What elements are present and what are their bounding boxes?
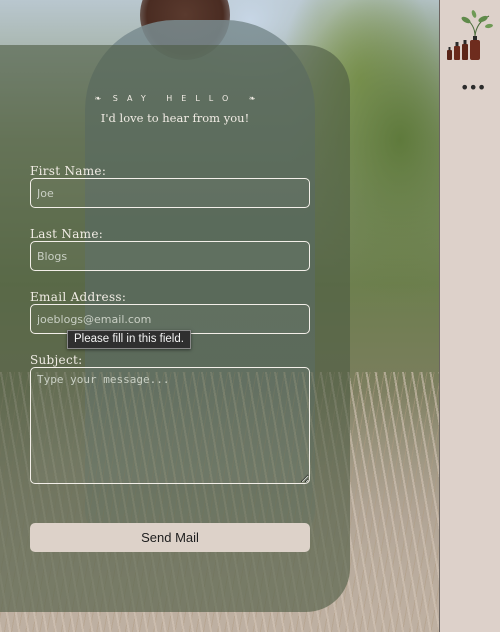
more-dots-icon[interactable]: ••• xyxy=(460,80,486,96)
leaf-right-icon: ❧ xyxy=(248,94,256,103)
last-name-input[interactable] xyxy=(30,241,310,271)
sidebar: ••• xyxy=(439,0,500,632)
leaf-left-icon: ❧ xyxy=(94,94,102,103)
subject-label: Subject: xyxy=(30,353,83,367)
say-hello-text: SAY HELLO xyxy=(112,94,238,103)
validation-tooltip: Please fill in this field. xyxy=(67,330,191,349)
send-mail-button[interactable]: Send Mail xyxy=(30,523,310,552)
first-name-input[interactable] xyxy=(30,178,310,208)
tagline: I'd love to hear from you! xyxy=(100,111,250,125)
first-name-label: First Name: xyxy=(30,164,107,178)
email-label: Email Address: xyxy=(30,290,127,304)
plant-bottles-logo-icon[interactable] xyxy=(445,8,495,62)
message-textarea[interactable] xyxy=(30,367,310,484)
say-hello-heading: ❧ SAY HELLO ❧ xyxy=(0,94,350,103)
last-name-label: Last Name: xyxy=(30,227,104,241)
